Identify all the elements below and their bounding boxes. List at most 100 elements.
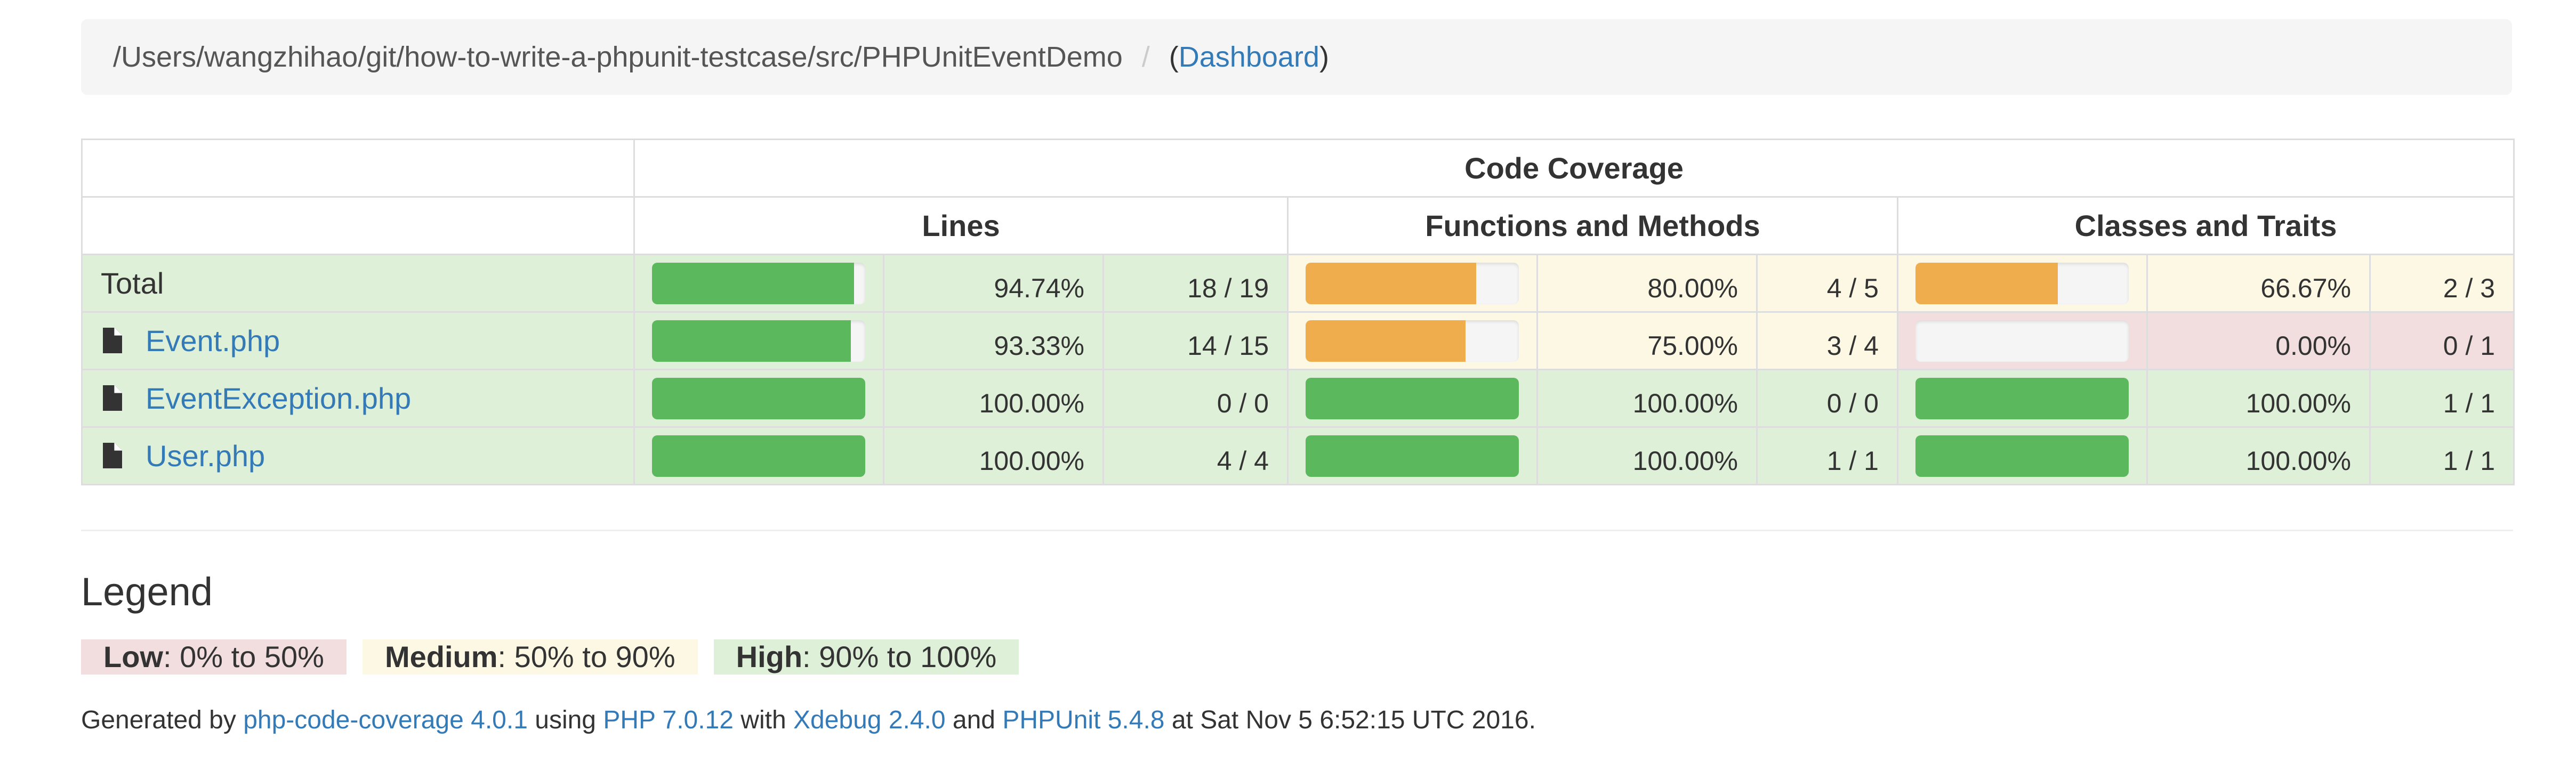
functions-bar-cell [1287,426,1538,485]
classes-percent: 0.00% [2146,311,2371,370]
footer-generated-by: Generated by [81,706,244,734]
row-label: Total [101,266,164,300]
lines-bar-cell [633,369,884,428]
header-functions: Functions and Methods [1287,196,1898,255]
legend-medium: Medium: 50% to 90% [362,639,698,675]
lines-progress-bar [652,262,865,304]
footer-at: at Sat Nov 5 6:52:15 UTC 2016. [1164,706,1536,734]
lines-percent: 93.33% [883,311,1104,370]
file-link[interactable]: User.php [146,439,265,473]
functions-percent: 100.00% [1536,426,1758,485]
table-row: Total 94.74% 18 / 19 80.00% 4 / 5 66.67% 2 / 3 [81,254,2515,313]
lines-ratio: 18 / 19 [1102,254,1289,313]
coverage-table: Code Coverage Lines Functions and Method… [81,139,2515,485]
classes-progress-fill [1915,262,2058,304]
classes-progress-bar [1915,377,2129,419]
legend-low-range: : 0% to 50% [163,640,324,673]
functions-progress-fill [1306,320,1466,362]
breadcrumb-separator: / [1141,41,1150,73]
legend-high-range: : 90% to 100% [802,640,997,673]
classes-progress-bar [1915,320,2129,362]
row-name-cell: User.php [81,426,635,485]
functions-progress-bar [1306,435,1519,477]
xdebug-link[interactable]: Xdebug 2.4.0 [793,706,946,734]
functions-ratio: 4 / 5 [1756,254,1898,313]
coverage-table-body: Total 94.74% 18 / 19 80.00% 4 / 5 66.67% 2 / 3… [81,254,2515,485]
classes-ratio: 2 / 3 [2369,254,2515,313]
lines-progress-bar [652,320,865,362]
file-link[interactable]: EventException.php [146,381,411,415]
lines-progress-fill [652,435,865,477]
functions-progress-fill [1306,262,1476,304]
classes-progress-fill [1915,377,2129,419]
file-icon [102,442,123,469]
lines-progress-bar [652,377,865,419]
classes-ratio: 1 / 1 [2369,369,2515,428]
lines-bar-cell [633,426,884,485]
lines-ratio: 0 / 0 [1102,369,1289,428]
legend-high: High: 90% to 100% [713,639,1019,675]
functions-ratio: 3 / 4 [1756,311,1898,370]
phpunit-link[interactable]: PHPUnit 5.4.8 [1002,706,1164,734]
classes-progress-fill [1915,435,2129,477]
footer-with: with [733,706,793,734]
table-row: EventException.php 100.00% 0 / 0 100.00% 0 /… [81,369,2515,428]
classes-percent: 100.00% [2146,426,2371,485]
functions-bar-cell [1287,254,1538,313]
lines-percent: 100.00% [883,369,1104,428]
divider [81,530,2513,531]
table-row: User.php 100.00% 4 / 4 100.00% 1 / 1 100.00% 1… [81,426,2515,485]
functions-ratio: 1 / 1 [1756,426,1898,485]
classes-percent: 66.67% [2146,254,2371,313]
lines-ratio: 14 / 15 [1102,311,1289,370]
footer: Generated by php-code-coverage 4.0.1 usi… [81,705,1536,735]
functions-progress-fill [1306,377,1519,419]
functions-percent: 100.00% [1536,369,1758,428]
functions-percent: 80.00% [1536,254,1758,313]
row-name-cell: Event.php [81,311,635,370]
coverage-link[interactable]: php-code-coverage 4.0.1 [243,706,528,734]
php-link[interactable]: PHP 7.0.12 [603,706,734,734]
functions-progress-bar [1306,377,1519,419]
header-empty-cell [81,196,635,255]
lines-percent: 100.00% [883,426,1104,485]
header-empty-cell [81,139,635,198]
legend-high-label: High [736,640,803,673]
functions-progress-bar [1306,320,1519,362]
footer-using: using [527,706,603,734]
functions-bar-cell [1287,311,1538,370]
breadcrumb-open-paren: ( [1169,41,1179,73]
lines-progress-bar [652,435,865,477]
legend-medium-range: : 50% to 90% [497,640,675,673]
file-link[interactable]: Event.php [146,324,280,358]
lines-progress-fill [652,377,865,419]
dashboard-link[interactable]: Dashboard [1179,40,1319,74]
classes-percent: 100.00% [2146,369,2371,428]
header-code-coverage: Code Coverage [633,139,2515,198]
legend-low-label: Low [103,640,163,673]
classes-ratio: 1 / 1 [2369,426,2515,485]
legend-title: Legend [81,570,213,614]
classes-bar-cell [1897,369,2148,428]
classes-progress-bar [1915,262,2129,304]
legend-low: Low: 0% to 50% [81,639,347,675]
footer-and: and [945,706,1003,734]
row-name-cell: Total [81,254,635,313]
functions-percent: 75.00% [1536,311,1758,370]
lines-bar-cell [633,311,884,370]
classes-ratio: 0 / 1 [2369,311,2515,370]
lines-ratio: 4 / 4 [1102,426,1289,485]
file-icon [102,384,123,412]
functions-progress-fill [1306,435,1519,477]
file-icon [102,327,123,354]
lines-progress-fill [652,262,854,304]
header-classes: Classes and Traits [1896,196,2515,255]
classes-bar-cell [1897,426,2148,485]
row-name-cell: EventException.php [81,369,635,428]
lines-bar-cell [633,254,884,313]
breadcrumb: /Users/wangzhihao/git/how-to-write-a-php… [81,19,2512,95]
breadcrumb-path: /Users/wangzhihao/git/how-to-write-a-php… [113,41,1123,73]
lines-percent: 94.74% [883,254,1104,313]
legend-medium-label: Medium [384,640,498,673]
functions-bar-cell [1287,369,1538,428]
